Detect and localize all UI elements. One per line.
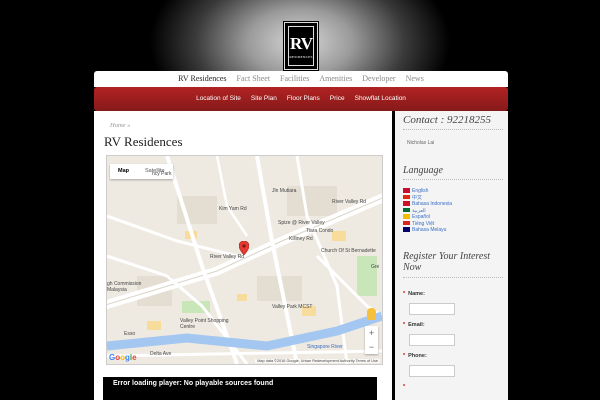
map-label: Jln Mutiara xyxy=(272,188,297,194)
subnav-price[interactable]: Price xyxy=(330,87,345,111)
phone-label: * Phone: xyxy=(403,353,427,359)
contact-phone: Contact : 92218255 xyxy=(403,114,491,126)
logo-text: RV xyxy=(290,34,313,53)
street-view-pegman-icon[interactable] xyxy=(367,308,376,320)
flag-icon xyxy=(403,188,410,193)
subnav-showflat-location[interactable]: Showflat Location xyxy=(355,87,406,111)
map-attribution: Map data ©2016 Google, Urban Redevelopme… xyxy=(255,359,380,363)
language-label: Español xyxy=(412,214,431,220)
nav-news[interactable]: News xyxy=(406,71,424,87)
video-player[interactable]: Error loading player: No playable source… xyxy=(103,377,377,400)
agent-name: Nicholas Lai xyxy=(407,140,435,146)
map-label: Valley Park MCST xyxy=(272,304,313,310)
divider xyxy=(403,129,503,130)
subnav-site-plan[interactable]: Site Plan xyxy=(251,87,277,111)
zoom-in-button[interactable]: + xyxy=(365,326,378,340)
map-label: Spize @ River Valley xyxy=(278,220,325,226)
subnav-location-of-site[interactable]: Location of Site xyxy=(196,87,241,111)
language-label: English xyxy=(412,188,429,194)
phone-field[interactable] xyxy=(409,365,455,377)
nav-facilities[interactable]: Facilities xyxy=(280,71,309,87)
main-content: Home » RV Residences Map Satellite ncy P… xyxy=(94,111,392,400)
subnav-floor-plans[interactable]: Floor Plans xyxy=(287,87,320,111)
language-label: Bahasa Indonesia xyxy=(412,201,453,207)
google-logo: Google xyxy=(109,353,137,362)
name-field[interactable] xyxy=(409,303,455,315)
divider xyxy=(403,179,503,180)
map-label: Tiara Condo xyxy=(306,228,334,234)
location-pin-icon[interactable] xyxy=(239,241,249,255)
map-label: ncy Park xyxy=(152,171,172,177)
map-label: River Valley Rd xyxy=(332,199,367,205)
nav-amenities[interactable]: Amenities xyxy=(319,71,352,87)
map-label: Malaysia xyxy=(107,287,127,293)
language-list: English 中文 Bahasa Indonesia العربية Espa… xyxy=(403,188,503,234)
flag-icon xyxy=(403,227,410,232)
map-label: Valley Point Shopping Centre xyxy=(180,318,229,330)
map-label: Church Of St Bernadette xyxy=(321,248,376,254)
map-label: Esso xyxy=(124,331,136,337)
language-heading: Language xyxy=(403,165,443,176)
register-heading: Register Your Interest Now xyxy=(403,251,491,273)
map-terms-link[interactable]: Terms of Use xyxy=(356,359,378,363)
page-title: RV Residences xyxy=(104,134,183,149)
flag-icon xyxy=(403,220,410,226)
map-label: Killiney Rd xyxy=(289,236,313,242)
language-option[interactable]: Bahasa Melayu xyxy=(403,227,503,234)
breadcrumb: Home » xyxy=(110,122,130,129)
language-label: Tiếng Việt xyxy=(412,220,435,227)
email-label: * Email: xyxy=(403,322,425,328)
nav-fact-sheet[interactable]: Fact Sheet xyxy=(237,71,271,87)
flag-icon xyxy=(403,207,410,213)
map-zoom-control: + − xyxy=(365,326,378,354)
map-label: Gre xyxy=(371,264,380,270)
map-attribution-text: Map data ©2016 Google, Urban Redevelopme… xyxy=(257,359,355,363)
nav-rv-residences[interactable]: RV Residences xyxy=(178,71,226,87)
map-label: Delta Ave xyxy=(150,351,172,357)
sidebar: Contact : 92218255 Nicholas Lai Language… xyxy=(395,111,508,400)
flag-icon xyxy=(403,214,410,219)
flag-icon xyxy=(403,201,410,206)
language-label: 中文 xyxy=(412,194,423,201)
language-label: العربية xyxy=(412,207,426,214)
logo-subtext: RESIDENCES xyxy=(289,55,313,59)
email-field[interactable] xyxy=(409,334,455,346)
breadcrumb-home[interactable]: Home xyxy=(110,122,126,129)
message-label: * xyxy=(403,384,406,390)
map-label: Singapore River xyxy=(307,344,343,350)
zoom-out-button[interactable]: − xyxy=(365,340,378,354)
nav-developer[interactable]: Developer xyxy=(362,71,395,87)
language-label: Bahasa Melayu xyxy=(412,227,447,233)
breadcrumb-separator: » xyxy=(127,122,131,129)
player-error-message: Error loading player: No playable source… xyxy=(113,380,274,387)
flag-icon xyxy=(403,194,410,200)
rv-residences-logo[interactable]: RV RESIDENCES xyxy=(284,22,318,70)
sub-navigation: Location of Site Site Plan Floor Plans P… xyxy=(94,87,508,111)
name-label: * Name: xyxy=(403,291,425,297)
divider xyxy=(403,277,503,278)
map-label: Kim Yam Rd xyxy=(219,206,247,212)
top-navigation: RV Residences Fact Sheet Facilities Amen… xyxy=(94,71,508,87)
map-tab-map[interactable]: Map xyxy=(110,164,137,179)
map-streets xyxy=(107,156,382,364)
google-map[interactable]: Map Satellite ncy Park Jln Mutiara River… xyxy=(106,155,383,365)
